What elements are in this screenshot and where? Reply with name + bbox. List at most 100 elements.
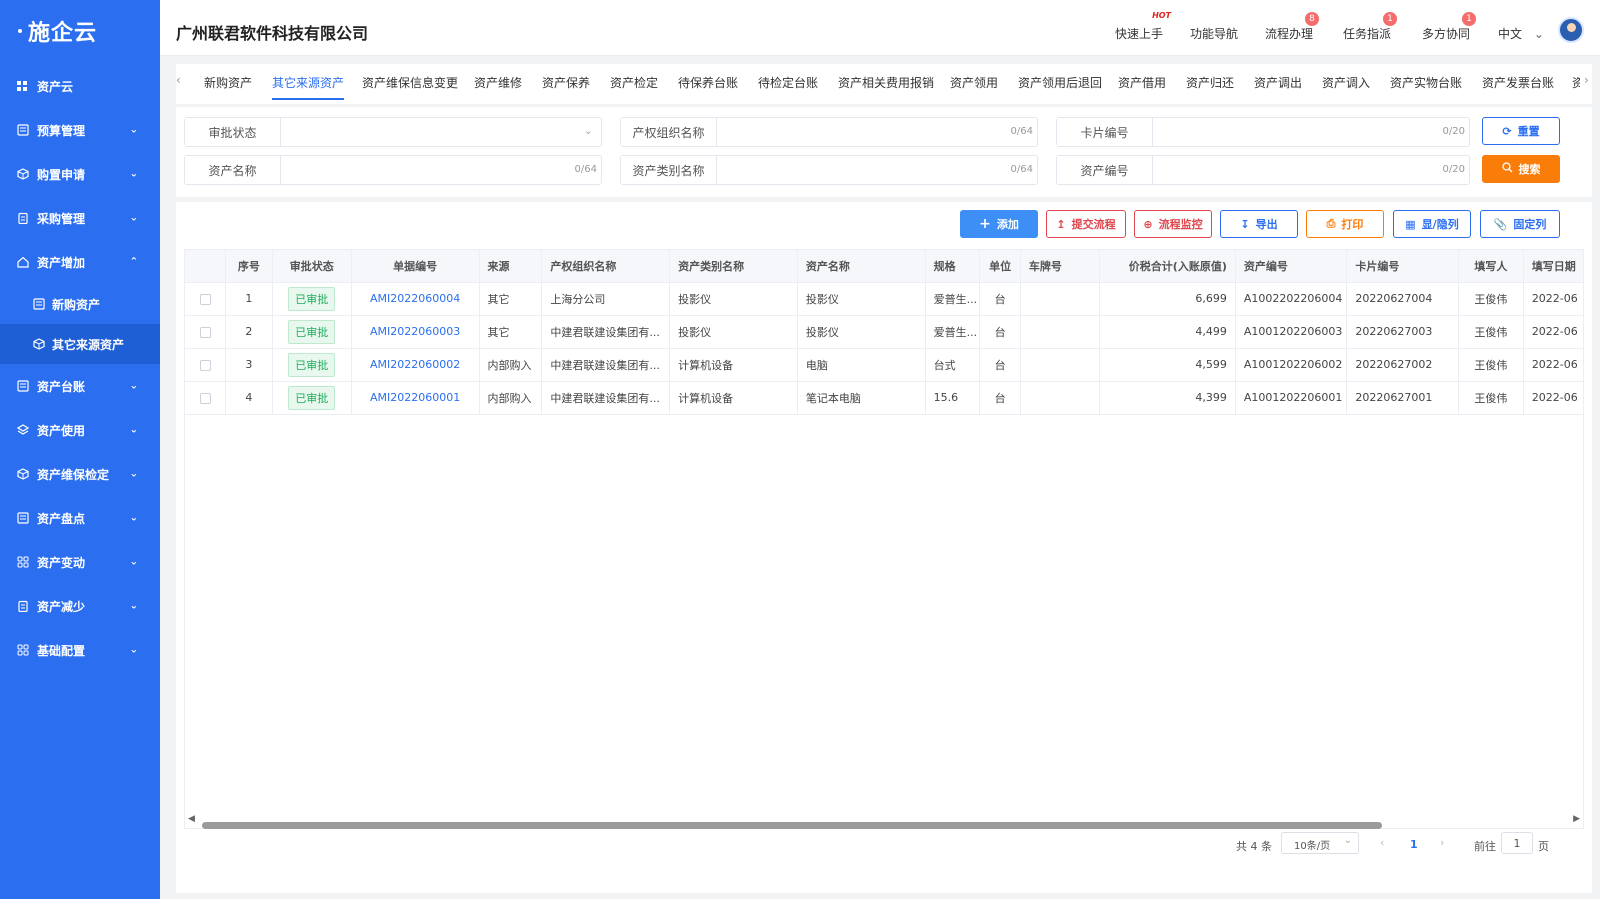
collab-link[interactable]: 多方协同 1 <box>1422 12 1477 42</box>
search-button[interactable]: 搜索 <box>1482 155 1560 183</box>
tab-other-source[interactable]: 其它来源资产 <box>272 74 345 100</box>
column-header[interactable]: 产权组织名称 <box>541 250 671 283</box>
doc-link[interactable]: AMI2022060004 <box>370 292 460 305</box>
doc-link[interactable]: AMI2022060003 <box>370 325 460 338</box>
language-select[interactable]: 中文 ⌄ <box>1498 25 1544 42</box>
tab-borrow[interactable]: 资产借用 <box>1118 74 1166 91</box>
checkbox-icon[interactable] <box>199 293 211 305</box>
table-row[interactable]: 3 已审批 AMI2022060002 内部购入 中建君联建设集团有... 计算… <box>185 348 1583 382</box>
sidebar-item-asset-reduce[interactable]: 资产减少 ⌄ <box>0 584 160 628</box>
logo[interactable]: 施企云 <box>0 0 160 62</box>
tab-maint-info-change[interactable]: 资产维保信息变更 <box>362 74 458 91</box>
column-header[interactable]: 资产名称 <box>797 250 926 283</box>
column-header[interactable]: 审批状态 <box>272 250 352 283</box>
column-header[interactable]: 卡片编号 <box>1346 250 1459 283</box>
category-input[interactable]: 0/64 <box>717 156 1037 184</box>
org-input[interactable]: 0/64 <box>717 118 1037 146</box>
export-button[interactable]: ↧ 导出 <box>1220 210 1298 238</box>
avatar[interactable] <box>1558 17 1584 43</box>
column-header[interactable]: 单据编号 <box>351 250 480 283</box>
asset-name-input[interactable]: 0/64 <box>281 156 601 184</box>
column-header[interactable]: 来源 <box>479 250 543 283</box>
checkbox-icon[interactable] <box>199 392 211 404</box>
tab-return-after-use[interactable]: 资产领用后退回 <box>1018 74 1102 91</box>
process-link[interactable]: 流程办理 8 <box>1265 12 1320 42</box>
tab-requisition[interactable]: 资产领用 <box>950 74 998 91</box>
sidebar-item-asset-add[interactable]: 资产增加 ⌃ <box>0 240 160 284</box>
sidebar-item-procurement[interactable]: 采购管理 ⌄ <box>0 196 160 240</box>
sidebar-item-base-config[interactable]: 基础配置 ⌄ <box>0 628 160 672</box>
tab-new-asset[interactable]: 新购资产 <box>204 74 252 91</box>
tab-transfer-in[interactable]: 资产调入 <box>1322 74 1370 91</box>
sidebar-subitem-new-asset[interactable]: 新购资产 <box>0 284 160 324</box>
doc-link[interactable]: AMI2022060001 <box>370 391 460 404</box>
submit-process-button[interactable]: ↥ 提交流程 <box>1046 210 1126 238</box>
row-checkbox[interactable] <box>185 381 227 415</box>
tab-upkeep[interactable]: 资产保养 <box>542 74 590 91</box>
card-input[interactable]: 0/20 <box>1153 118 1469 146</box>
print-button[interactable]: ⎙ 打印 <box>1306 210 1384 238</box>
task-link[interactable]: 任务指派 1 <box>1343 12 1398 42</box>
tab-transfer-out[interactable]: 资产调出 <box>1254 74 1302 91</box>
status-value[interactable]: ⌄ <box>281 118 601 146</box>
scroll-right-arrow-icon[interactable]: ▶ <box>1573 814 1580 824</box>
cell-doc[interactable]: AMI2022060001 <box>351 381 480 415</box>
scroll-thumb[interactable] <box>202 822 1382 829</box>
table-row[interactable]: 4 已审批 AMI2022060001 内部购入 中建君联建设集团有... 计算… <box>185 381 1583 415</box>
next-page-icon[interactable]: › <box>1440 836 1444 858</box>
tab-physical-ledger[interactable]: 资产实物台账 <box>1390 74 1462 91</box>
tab-scroll-left-icon[interactable]: ‹ <box>176 73 181 87</box>
column-header[interactable]: 单位 <box>979 250 1021 283</box>
tab-repair[interactable]: 资产维修 <box>474 74 522 91</box>
scroll-track[interactable] <box>198 818 1570 829</box>
asset-code-input[interactable]: 0/20 <box>1153 156 1469 184</box>
cell-doc[interactable]: AMI2022060002 <box>351 348 480 382</box>
sidebar-item-maintenance[interactable]: 资产维保检定 ⌄ <box>0 452 160 496</box>
page-size-select[interactable]: 10条/页 ⌄ <box>1281 832 1359 854</box>
column-header[interactable]: 序号 <box>225 250 273 283</box>
doc-link[interactable]: AMI2022060002 <box>370 358 460 371</box>
sidebar-item-asset-change[interactable]: 资产变动 ⌄ <box>0 540 160 584</box>
row-checkbox[interactable] <box>185 315 227 349</box>
card-number-field[interactable]: 卡片编号 0/20 <box>1056 117 1470 147</box>
category-name-field[interactable]: 资产类别名称 0/64 <box>620 155 1038 185</box>
checkbox-icon[interactable] <box>199 326 211 338</box>
reset-button[interactable]: ⟳ 重置 <box>1482 117 1560 145</box>
sidebar-item-purchase-request[interactable]: 购置申请 ⌄ <box>0 152 160 196</box>
column-header[interactable]: 填写日期 <box>1523 250 1583 283</box>
tab-more[interactable]: 资 <box>1572 74 1580 91</box>
tab-return[interactable]: 资产归还 <box>1186 74 1234 91</box>
tab-scroll-right-icon[interactable]: › <box>1584 73 1589 87</box>
goto-page-input[interactable]: 1 <box>1501 832 1533 854</box>
tab-expense-claim[interactable]: 资产相关费用报销 <box>838 74 934 91</box>
column-header[interactable]: 规格 <box>925 250 981 283</box>
scroll-left-arrow-icon[interactable]: ◀ <box>188 814 195 824</box>
feature-nav-link[interactable]: 功能导航 <box>1190 25 1238 42</box>
checkbox-icon[interactable] <box>199 359 211 371</box>
tab-pending-inspection[interactable]: 待检定台账 <box>758 74 818 91</box>
column-header[interactable]: 价税合计(入账原值) <box>1099 250 1236 283</box>
column-header[interactable]: 车牌号 <box>1020 250 1101 283</box>
horizontal-scrollbar[interactable]: ◀ ▶ <box>184 814 1584 829</box>
column-header[interactable]: 资产编号 <box>1235 250 1348 283</box>
org-name-field[interactable]: 产权组织名称 0/64 <box>620 117 1038 147</box>
cell-doc[interactable]: AMI2022060003 <box>351 315 480 349</box>
fix-columns-button[interactable]: 📎 固定列 <box>1480 210 1560 238</box>
sidebar-item-asset-ledger[interactable]: 资产台账 ⌄ <box>0 364 160 408</box>
sidebar-item-inventory[interactable]: 资产盘点 ⌄ <box>0 496 160 540</box>
sidebar-item-asset-cloud[interactable]: 资产云 <box>0 64 160 108</box>
page-1[interactable]: 1 <box>1410 838 1418 860</box>
tab-pending-upkeep[interactable]: 待保养台账 <box>678 74 738 91</box>
row-checkbox[interactable] <box>185 282 227 316</box>
asset-code-field[interactable]: 资产编号 0/20 <box>1056 155 1470 185</box>
quick-start-link[interactable]: 快速上手 HOT <box>1115 11 1171 42</box>
asset-name-field[interactable]: 资产名称 0/64 <box>184 155 602 185</box>
tab-inspection[interactable]: 资产检定 <box>610 74 658 91</box>
process-monitor-button[interactable]: ⊕ 流程监控 <box>1134 210 1212 238</box>
toggle-columns-button[interactable]: ▦ 显/隐列 <box>1393 210 1471 238</box>
sidebar-item-budget[interactable]: 预算管理 ⌄ <box>0 108 160 152</box>
table-row[interactable]: 1 已审批 AMI2022060004 其它 上海分公司 投影仪 投影仪 爱普生… <box>185 282 1583 316</box>
sidebar-item-asset-use[interactable]: 资产使用 ⌄ <box>0 408 160 452</box>
row-checkbox[interactable] <box>185 348 227 382</box>
column-header[interactable]: 资产类别名称 <box>669 250 798 283</box>
